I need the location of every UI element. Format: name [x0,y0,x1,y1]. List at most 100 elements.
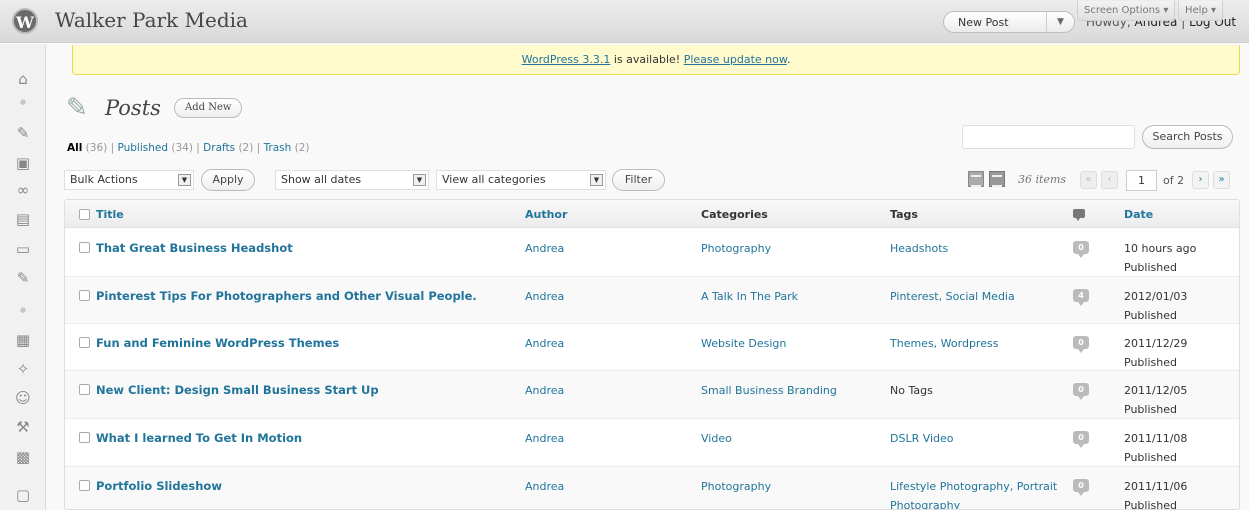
wordpress-logo-icon[interactable]: W [12,8,38,34]
row-checkbox[interactable] [79,242,90,253]
comment-count-icon[interactable]: 4 [1073,289,1089,306]
admin-menu: ⌂ ● ✎ ▣ ∞ ▤ ▭ ✎ ● ▦ ✧ ☺ ⚒ ▩ ▢ [0,44,46,510]
post-tags-link[interactable]: Headshots [890,239,1065,258]
plugins-icon[interactable]: ✧ [12,358,34,380]
row-checkbox[interactable] [79,384,90,395]
filter-all-count: (36) [85,142,108,154]
help-button[interactable]: Help ▾ [1178,1,1223,21]
post-status: Published [1124,261,1177,274]
column-date-header[interactable]: Date [1124,208,1153,221]
post-title-link[interactable]: What I learned To Get In Motion [96,429,302,448]
favorite-first-action[interactable]: New Post [958,16,1009,29]
media-icon[interactable]: ▣ [12,152,34,174]
excerpt-view-icon[interactable] [989,171,1005,187]
date-value: 2011/11/06 [1124,480,1188,493]
current-page-input[interactable]: 1 [1126,170,1157,191]
search-input[interactable] [962,125,1135,149]
filter-drafts[interactable]: Drafts [203,142,235,154]
status-filters: All (36) | Published (34) | Drafts (2) |… [67,142,310,154]
post-author-link[interactable]: Andrea [525,287,564,306]
prev-page-button[interactable]: ‹ [1101,171,1118,189]
table-row: Portfolio Slideshow Andrea Photography L… [65,467,1239,509]
update-nag: WordPress 3.3.1 is available! Please upd… [72,45,1240,75]
filter-all[interactable]: All [67,142,82,154]
post-category-link[interactable]: Small Business Branding [701,381,837,400]
first-page-button[interactable]: « [1080,171,1097,189]
comments-column-icon[interactable] [1073,209,1085,221]
post-author-link[interactable]: Andrea [525,429,564,448]
post-title-link[interactable]: Portfolio Slideshow [96,477,222,496]
filter-button[interactable]: Filter [612,169,665,191]
post-category-link[interactable]: Photography [701,239,771,258]
post-title-link[interactable]: That Great Business Headshot [96,239,293,258]
post-author-link[interactable]: Andrea [525,239,564,258]
screen-options-button[interactable]: Screen Options ▾ [1077,1,1176,21]
comment-count-icon[interactable]: 0 [1073,383,1089,400]
post-tags-link[interactable]: Themes, Wordpress [890,334,1065,353]
post-author-link[interactable]: Andrea [525,334,564,353]
update-nag-text: WordPress 3.3.1 is available! Please upd… [73,53,1239,66]
version-link[interactable]: WordPress 3.3.1 [522,53,611,66]
row-checkbox[interactable] [79,290,90,301]
last-page-button[interactable]: » [1213,171,1230,189]
nag-period: . [786,53,791,66]
bulk-actions-select[interactable]: Bulk Actions ▼ [64,170,194,190]
comment-count-icon[interactable]: 0 [1073,479,1089,496]
menu-separator: ● [19,98,27,106]
update-now-link[interactable]: Please update now [684,53,787,66]
settings-icon[interactable]: ▩ [12,446,34,468]
post-category-link[interactable]: Website Design [701,334,786,353]
column-title-header[interactable]: Title [96,208,124,221]
comment-count-icon[interactable]: 0 [1073,241,1089,258]
links-icon[interactable]: ∞ [12,179,34,201]
post-tags-link[interactable]: Lifestyle Photography, Portrait Photogra… [890,477,1065,509]
dashboard-icon[interactable]: ⌂ [12,68,34,90]
date-value: 2011/12/05 [1124,384,1188,397]
pages-icon[interactable]: ▤ [12,208,34,230]
add-new-button[interactable]: Add New [174,98,243,118]
separator: | [256,142,261,154]
search-posts-button[interactable]: Search Posts [1142,125,1233,149]
select-all-checkbox[interactable] [79,209,90,220]
comment-count-icon[interactable]: 0 [1073,336,1089,353]
custom-post-icon[interactable]: ✎ [12,267,34,289]
items-count: 36 items [1018,173,1067,186]
site-title[interactable]: Walker Park Media [55,8,248,32]
post-title-link[interactable]: Pinterest Tips For Photographers and Oth… [96,287,477,306]
extra-menu-icon[interactable]: ▢ [12,484,34,506]
row-checkbox[interactable] [79,432,90,443]
list-view-icon[interactable] [968,171,984,187]
post-title-link[interactable]: New Client: Design Small Business Start … [96,381,379,400]
row-checkbox[interactable] [79,337,90,348]
post-title-link[interactable]: Fun and Feminine WordPress Themes [96,334,339,353]
table-row: Fun and Feminine WordPress Themes Andrea… [65,324,1239,371]
post-category-link[interactable]: A Talk In The Park [701,287,798,306]
date-filter-select[interactable]: Show all dates ▼ [275,170,429,190]
post-author-link[interactable]: Andrea [525,381,564,400]
chevron-down-icon[interactable]: ▼ [1046,12,1074,32]
tools-icon[interactable]: ⚒ [12,416,34,438]
post-category-link[interactable]: Photography [701,477,771,496]
posts-icon[interactable]: ✎ [12,122,34,144]
post-author-link[interactable]: Andrea [525,477,564,496]
apply-button[interactable]: Apply [201,169,255,191]
post-tags-link[interactable]: DSLR Video [890,429,1065,448]
table-row: Pinterest Tips For Photographers and Oth… [65,277,1239,324]
users-icon[interactable]: ☺ [12,387,34,409]
comments-icon[interactable]: ▭ [12,238,34,260]
post-tags-link[interactable]: Pinterest, Social Media [890,287,1065,306]
pushpin-icon: ✎ [66,93,88,123]
favorite-actions-dropdown[interactable]: New Post ▼ [943,11,1075,33]
category-filter-value: View all categories [442,173,546,186]
date-filter-value: Show all dates [281,173,362,186]
appearance-icon[interactable]: ▦ [12,329,34,351]
comment-count-icon[interactable]: 0 [1073,431,1089,448]
post-category-link[interactable]: Video [701,429,732,448]
post-date: 2011/12/05 Published [1124,381,1187,419]
next-page-button[interactable]: › [1192,171,1209,189]
filter-trash[interactable]: Trash [264,142,292,154]
row-checkbox[interactable] [79,480,90,491]
post-date: 2012/01/03 Published [1124,287,1187,325]
category-filter-select[interactable]: View all categories ▼ [436,170,606,190]
filter-published[interactable]: Published [117,142,168,154]
